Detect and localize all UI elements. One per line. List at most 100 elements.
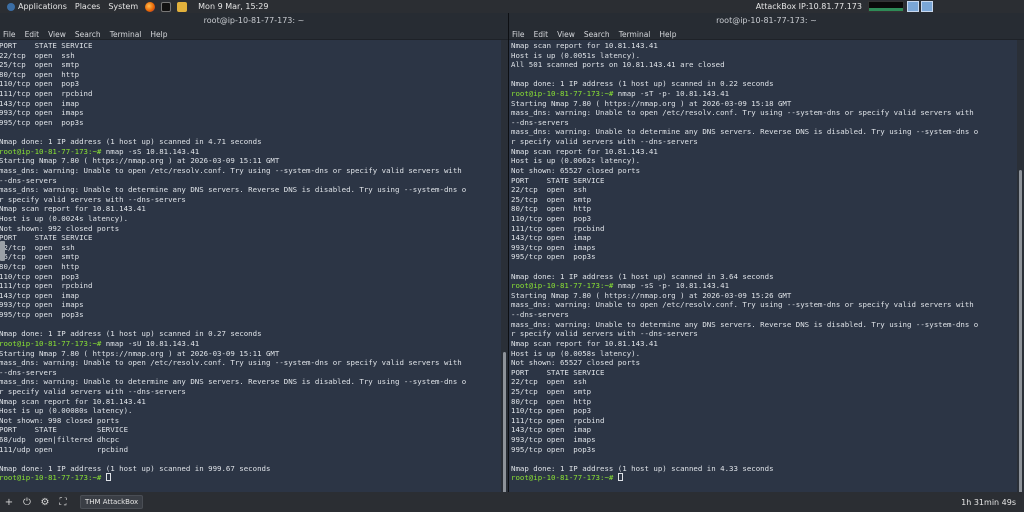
shell-prompt: root@ip-10-81-77-173:~# [511, 281, 614, 291]
output-line: Nmap scan report for 10.81.143.41 [0, 396, 146, 406]
output-line: 22/tcp open ssh [511, 377, 587, 387]
window-title: root@ip-10-81-77-173: ~ [509, 13, 1024, 29]
applications-icon [7, 2, 15, 11]
menu-file[interactable]: File [512, 30, 525, 39]
output-line: Host is up (0.0051s latency). [511, 50, 641, 60]
output-line: Host is up (0.0058s latency). [511, 348, 641, 358]
output-line: r specify valid servers with --dns-serve… [0, 194, 186, 204]
terminal-window-left[interactable]: root@ip-10-81-77-173: ~ File Edit View S… [0, 13, 508, 497]
menu-edit[interactable]: Edit [534, 30, 549, 39]
output-line: Nmap scan report for 10.81.143.41 [511, 338, 658, 348]
output-line: Nmap scan report for 10.81.143.41 [0, 204, 146, 214]
menu-search[interactable]: Search [75, 30, 101, 39]
prompt-line: root@ip-10-81-77-173:~# nmap -sS -p- 10.… [511, 281, 1016, 291]
output-line: 25/tcp open smtp [511, 194, 592, 204]
menu-help[interactable]: Help [150, 30, 167, 39]
prompt-line: root@ip-10-81-77-173:~# nmap -sS 10.81.1… [0, 147, 500, 157]
output-line: Not shown: 65527 closed ports [511, 358, 641, 368]
output-line: 22/tcp open ssh [0, 50, 75, 60]
output-line: Nmap done: 1 IP address (1 host up) scan… [0, 137, 262, 147]
firefox-icon[interactable] [145, 1, 156, 12]
output-line: 995/tcp open pop3s [0, 310, 84, 320]
places-label: Places [74, 2, 101, 11]
system-label: System [108, 2, 139, 11]
output-line: Not shown: 992 closed ports [0, 223, 120, 233]
menu-view[interactable]: View [557, 30, 575, 39]
side-handle[interactable] [0, 241, 5, 261]
terminal-icon[interactable] [161, 1, 172, 12]
output-line: 993/tcp open imaps [511, 434, 596, 444]
add-icon[interactable]: + [0, 492, 18, 512]
command-text: nmap -sS 10.81.143.41 [101, 146, 200, 156]
menu-terminal[interactable]: Terminal [110, 30, 142, 39]
output-line: 993/tcp open imaps [0, 108, 84, 118]
output-line: 110/tcp open pop3 [0, 271, 80, 281]
output-line: 25/tcp open smtp [0, 60, 80, 70]
output-line: 25/tcp open smtp [0, 252, 80, 262]
terminal-output[interactable]: PORT STATE SERVICE 22/tcp open ssh 25/tcp … [0, 40, 501, 492]
output-line: 25/tcp open smtp [511, 386, 592, 396]
output-line: PORT STATE SERVICE [0, 425, 129, 435]
shell-prompt: root@ip-10-81-77-173:~# [0, 146, 102, 156]
workspace-2-icon[interactable] [921, 1, 933, 12]
taskbar-attackbox-button[interactable]: THM AttackBox [80, 495, 144, 509]
datetime-label: Mon 9 Mar, 15:29 [198, 2, 269, 11]
output-line: mass_dns: warning: Unable to open /etc/r… [0, 165, 462, 175]
prompt-line: root@ip-10-81-77-173:~# nmap -sU 10.81.1… [0, 339, 500, 349]
output-line: Starting Nmap 7.80 ( https://nmap.org ) … [511, 290, 792, 300]
output-line: PORT STATE SERVICE [0, 233, 93, 243]
terminal-window-right[interactable]: root@ip-10-81-77-173: ~ File Edit View S… [509, 13, 1024, 500]
output-line: r specify valid servers with --dns-serve… [511, 137, 698, 147]
menu-search[interactable]: Search [584, 30, 610, 39]
scrollbar[interactable] [1017, 40, 1024, 500]
output-line: mass_dns: warning: Unable to open /etc/r… [511, 108, 974, 118]
menu-view[interactable]: View [48, 30, 66, 39]
output-line: 993/tcp open imaps [511, 242, 596, 252]
places-menu[interactable]: Places [71, 0, 104, 13]
command-text: nmap -sU 10.81.143.41 [101, 338, 200, 348]
clock[interactable]: Mon 9 Mar, 15:29 [194, 0, 272, 13]
output-line: PORT STATE SERVICE [511, 367, 605, 377]
fullscreen-icon[interactable]: ⛶ [54, 492, 72, 512]
menu-file[interactable]: File [3, 30, 16, 39]
output-line: 110/tcp open pop3 [0, 79, 80, 89]
prompt-line: root@ip-10-81-77-173:~# nmap -sT -p- 10.… [511, 89, 1016, 99]
text-editor-icon[interactable] [177, 1, 188, 12]
menu-help[interactable]: Help [659, 30, 676, 39]
scrollbar[interactable] [501, 40, 508, 497]
output-line: 22/tcp open ssh [511, 185, 587, 195]
shell-prompt: root@ip-10-81-77-173:~# [0, 473, 102, 483]
applications-menu[interactable]: Applications [0, 0, 71, 13]
output-line: mass_dns: warning: Unable to determine a… [511, 319, 979, 329]
output-line: 995/tcp open pop3s [511, 252, 596, 262]
output-line: Nmap done: 1 IP address (1 host up) scan… [511, 79, 774, 89]
output-line: 143/tcp open imap [511, 425, 592, 435]
menu-edit[interactable]: Edit [25, 30, 40, 39]
output-line: 111/tcp open rpcbind [0, 89, 93, 99]
terminal-output[interactable]: Nmap scan report for 10.81.143.41 Host is… [509, 40, 1017, 492]
output-line: Starting Nmap 7.80 ( https://nmap.org ) … [511, 98, 792, 108]
system-menu[interactable]: System [104, 0, 142, 13]
output-line: 80/tcp open http [0, 69, 80, 79]
output-line: --dns-servers [511, 117, 569, 127]
system-monitor-graph [868, 1, 904, 12]
output-line: 22/tcp open ssh [0, 242, 75, 252]
shell-prompt: root@ip-10-81-77-173:~# [511, 473, 614, 483]
output-line: 143/tcp open imap [511, 233, 592, 243]
output-line: 110/tcp open pop3 [511, 213, 592, 223]
output-line: Nmap scan report for 10.81.143.41 [511, 41, 658, 50]
workspace-1-icon[interactable] [907, 1, 919, 12]
output-line: Host is up (0.0024s latency). [0, 213, 129, 223]
scrollbar-thumb[interactable] [503, 352, 506, 497]
settings-icon[interactable]: ⚙ [36, 492, 54, 512]
output-line: mass_dns: warning: Unable to determine a… [511, 127, 979, 137]
menu-terminal[interactable]: Terminal [619, 30, 651, 39]
output-line: PORT STATE SERVICE [511, 175, 605, 185]
power-icon[interactable]: ⏻ [18, 492, 36, 512]
scrollbar-thumb[interactable] [1019, 170, 1022, 500]
output-line: 111/tcp open rpcbind [511, 223, 605, 233]
shell-prompt: root@ip-10-81-77-173:~# [511, 89, 614, 99]
output-line: mass_dns: warning: Unable to determine a… [0, 377, 467, 387]
